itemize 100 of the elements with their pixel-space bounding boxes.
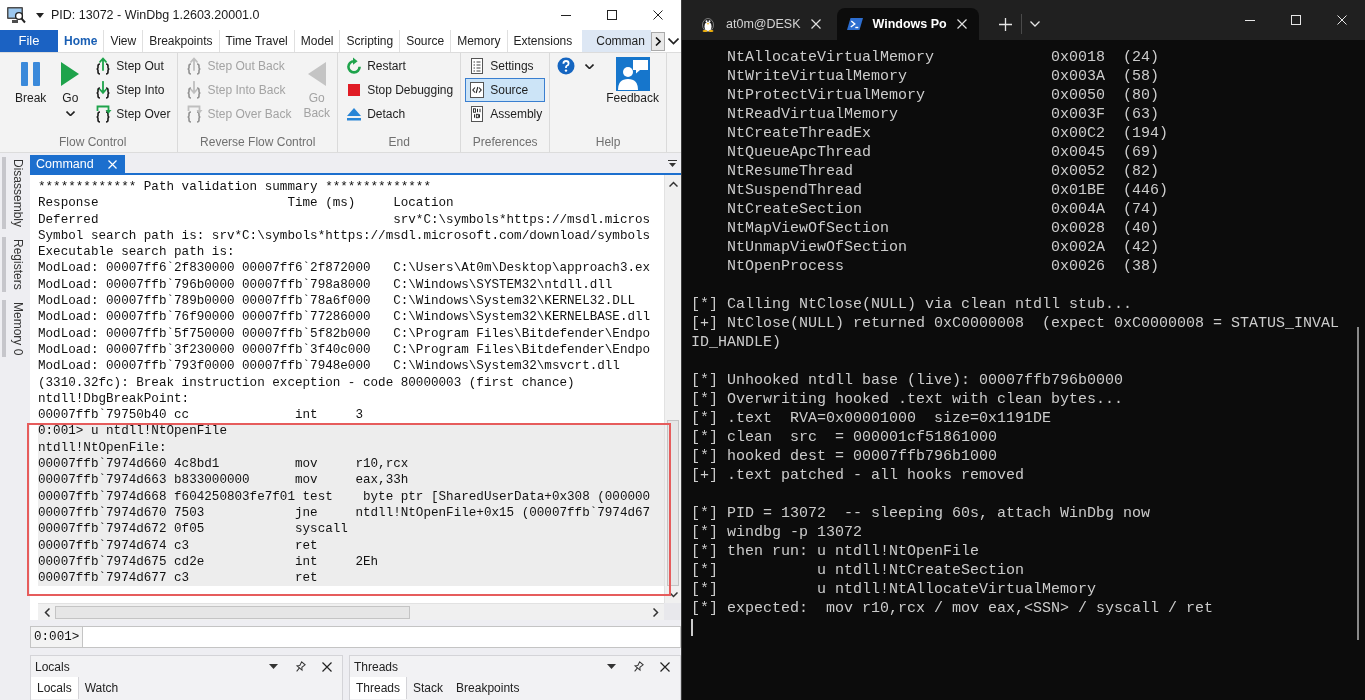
- code-document-icon: [468, 81, 487, 99]
- ribbon-button[interactable]: Go: [55, 54, 86, 117]
- decimal-value: (82): [1123, 162, 1160, 181]
- panel-title: Threads: [354, 659, 400, 674]
- panel-tab[interactable]: Breakpoints: [450, 677, 527, 699]
- chevron-down-icon[interactable]: [668, 591, 678, 598]
- hex-value: 0x003A: [1051, 67, 1106, 86]
- person-speech-bubble-icon: [615, 57, 650, 91]
- function-name: NtWriteVirtualMemory: [727, 67, 908, 86]
- output-line: ModLoad: 00007ffb`796b0000 00007ffb`798a8000 C:\Windows\SYSTEM32\ntdll.dll: [38, 276, 613, 294]
- function-name: NtUnmapViewOfSection: [727, 238, 908, 257]
- terminal-line: [*] u ntdll!NtCreateSection: [691, 561, 1025, 580]
- ribbon-tab[interactable]: File: [0, 30, 59, 52]
- prompt-icon: [846, 16, 863, 32]
- terminal-line: [*] Overwriting hooked .text with clean bytes...: [691, 390, 1124, 409]
- chevron-up-icon[interactable]: [668, 180, 678, 187]
- terminal-line: [+] .text patched - all hooks removed: [691, 466, 1025, 485]
- output-line: ModLoad: 00007ffb`789b0000 00007ffb`78a6f000 C:\Windows\System32\KERNEL32.DLL: [38, 293, 636, 310]
- decimal-value: (74): [1123, 200, 1160, 219]
- output-line: Response Time (ms) Location: [38, 195, 454, 212]
- vertical-scrollbar[interactable]: [664, 175, 681, 603]
- hex-value: 0x01BE: [1051, 181, 1106, 200]
- plus-icon[interactable]: [998, 17, 1012, 31]
- terminal-line: [+] NtClose(NULL) returned 0xC0000008 (expect 0xC0000008 = STATUS_INVALID_HANDLE): [691, 314, 1340, 352]
- panel-tab[interactable]: Threads: [350, 677, 408, 699]
- ribbon-button[interactable]: Step Out: [91, 54, 174, 78]
- ribbon-button[interactable]: Feedback: [603, 54, 662, 107]
- chevron-left-icon[interactable]: [43, 607, 50, 617]
- terminal-line: [*] windbg -p 13072: [691, 523, 863, 542]
- ribbon-button[interactable]: Settings: [465, 54, 546, 78]
- group-label: Help: [594, 134, 622, 151]
- monitor-magnifier-icon: [6, 6, 26, 24]
- decimal-value: (24): [1123, 48, 1160, 67]
- output-line: 00007ffb`79750b40 cc int 3: [38, 407, 363, 424]
- prompt-label: 0:001>: [30, 626, 84, 648]
- pin-icon[interactable]: [294, 660, 306, 673]
- close-icon[interactable]: [660, 661, 670, 672]
- play-icon: [60, 61, 81, 87]
- caret-icon[interactable]: [668, 160, 677, 168]
- maximize-icon[interactable]: [607, 10, 617, 20]
- terminal-tab[interactable]: at0m@DESK: [690, 8, 833, 40]
- circular-arrow-icon: [345, 57, 364, 75]
- chevron-right-icon[interactable]: [652, 607, 659, 617]
- ribbon-button[interactable]: Restart: [342, 54, 457, 78]
- ribbon-button[interactable]: Stop Debugging: [342, 78, 457, 102]
- hex-value: 0x0050: [1051, 86, 1106, 105]
- caret-icon[interactable]: [607, 664, 616, 669]
- output-line: ModLoad: 00007ffb`5f750000 00007ffb`5f82b000 C:\Program Files\Bitdefender\Endpo: [38, 325, 651, 342]
- panel-tab[interactable]: Watch: [78, 677, 126, 699]
- horizontal-scrollbar[interactable]: [38, 603, 664, 620]
- group-label: Preferences: [471, 134, 539, 151]
- ribbon-button[interactable]: Detach: [342, 102, 457, 126]
- decimal-value: (38): [1123, 257, 1160, 276]
- pin-icon[interactable]: [632, 660, 644, 673]
- pause-icon: [19, 61, 42, 87]
- ribbon-tab[interactable]: Home: [58, 30, 104, 52]
- ribbon-tab[interactable]: Comman: [582, 30, 651, 52]
- output-line: Executable search path is:: [38, 244, 235, 261]
- chevron-down-icon[interactable]: [667, 37, 679, 45]
- function-name: NtAllocateVirtualMemory: [727, 48, 935, 67]
- function-name: NtCreateSection: [727, 200, 863, 219]
- hex-value: 0x0052: [1051, 162, 1106, 181]
- hex-value: 0x0018: [1051, 48, 1106, 67]
- hex-value: 0x004A: [1051, 200, 1106, 219]
- ribbon-button[interactable]: Break: [12, 54, 50, 107]
- panel-tab[interactable]: Stack: [407, 677, 451, 699]
- terminal-line: [*] Unhooked ntdll base (live): 00007ffb796b0000: [691, 371, 1124, 390]
- chevron-right-icon: [655, 36, 661, 46]
- ribbon-button[interactable]: Assembly: [465, 102, 546, 126]
- function-name: NtQueueApcThread: [727, 143, 872, 162]
- output-line: ntdll!DbgBreakPoint:: [38, 390, 190, 408]
- caret-icon[interactable]: [36, 12, 44, 18]
- function-name: NtProtectVirtualMemory: [727, 86, 926, 105]
- close-icon[interactable]: [322, 661, 332, 672]
- terminal-line: [*] hooked dest = 00007ffb796b1000: [691, 447, 998, 466]
- decimal-value: (42): [1123, 238, 1160, 257]
- ribbon-button[interactable]: Step Over: [91, 102, 174, 126]
- ribbon-button[interactable]: Step Into: [91, 78, 174, 102]
- output-line: Symbol search path is: srv*C:\symbols*https://msdl.microsoft.com/download/symbols: [38, 227, 651, 245]
- caret-icon[interactable]: [269, 664, 278, 669]
- output-line: ModLoad: 00007ff6`2f830000 00007ff6`2f872000 C:\Users\At0m\Desktop\approach3.ex: [38, 260, 651, 277]
- hex-value: 0x002A: [1051, 238, 1106, 257]
- terminal-line: [*] .text RVA=0x00001000 size=0x1191DE: [691, 409, 1052, 428]
- close-icon[interactable]: [653, 10, 663, 20]
- terminal-line: [*] then run: u ntdll!NtOpenFile: [691, 542, 980, 561]
- decimal-value: (69): [1123, 143, 1160, 162]
- ribbon-button[interactable]: Source: [465, 78, 546, 102]
- decimal-value: (194): [1123, 124, 1169, 143]
- scrollbar-thumb[interactable]: [1357, 327, 1359, 640]
- output-line: ************* Path validation summary **************: [38, 179, 431, 196]
- terminal-line: [*] Calling NtClose(NULL) via clean ntdll stub...: [691, 295, 1133, 314]
- panel-tab[interactable]: Command: [30, 155, 125, 173]
- output-line: ModLoad: 00007ffb`793f0000 00007ffb`7948e000 C:\Windows\System32\msvcrt.dll: [38, 358, 620, 375]
- scrollbar-thumb[interactable]: [55, 605, 410, 619]
- terminal-tab[interactable]: Windows Po: [836, 8, 979, 40]
- function-name: NtOpenProcess: [727, 257, 845, 276]
- command-input[interactable]: [83, 626, 681, 648]
- decimal-value: (80): [1123, 86, 1160, 105]
- panel-tab[interactable]: Locals: [31, 677, 79, 699]
- decimal-value: (446): [1123, 181, 1169, 200]
